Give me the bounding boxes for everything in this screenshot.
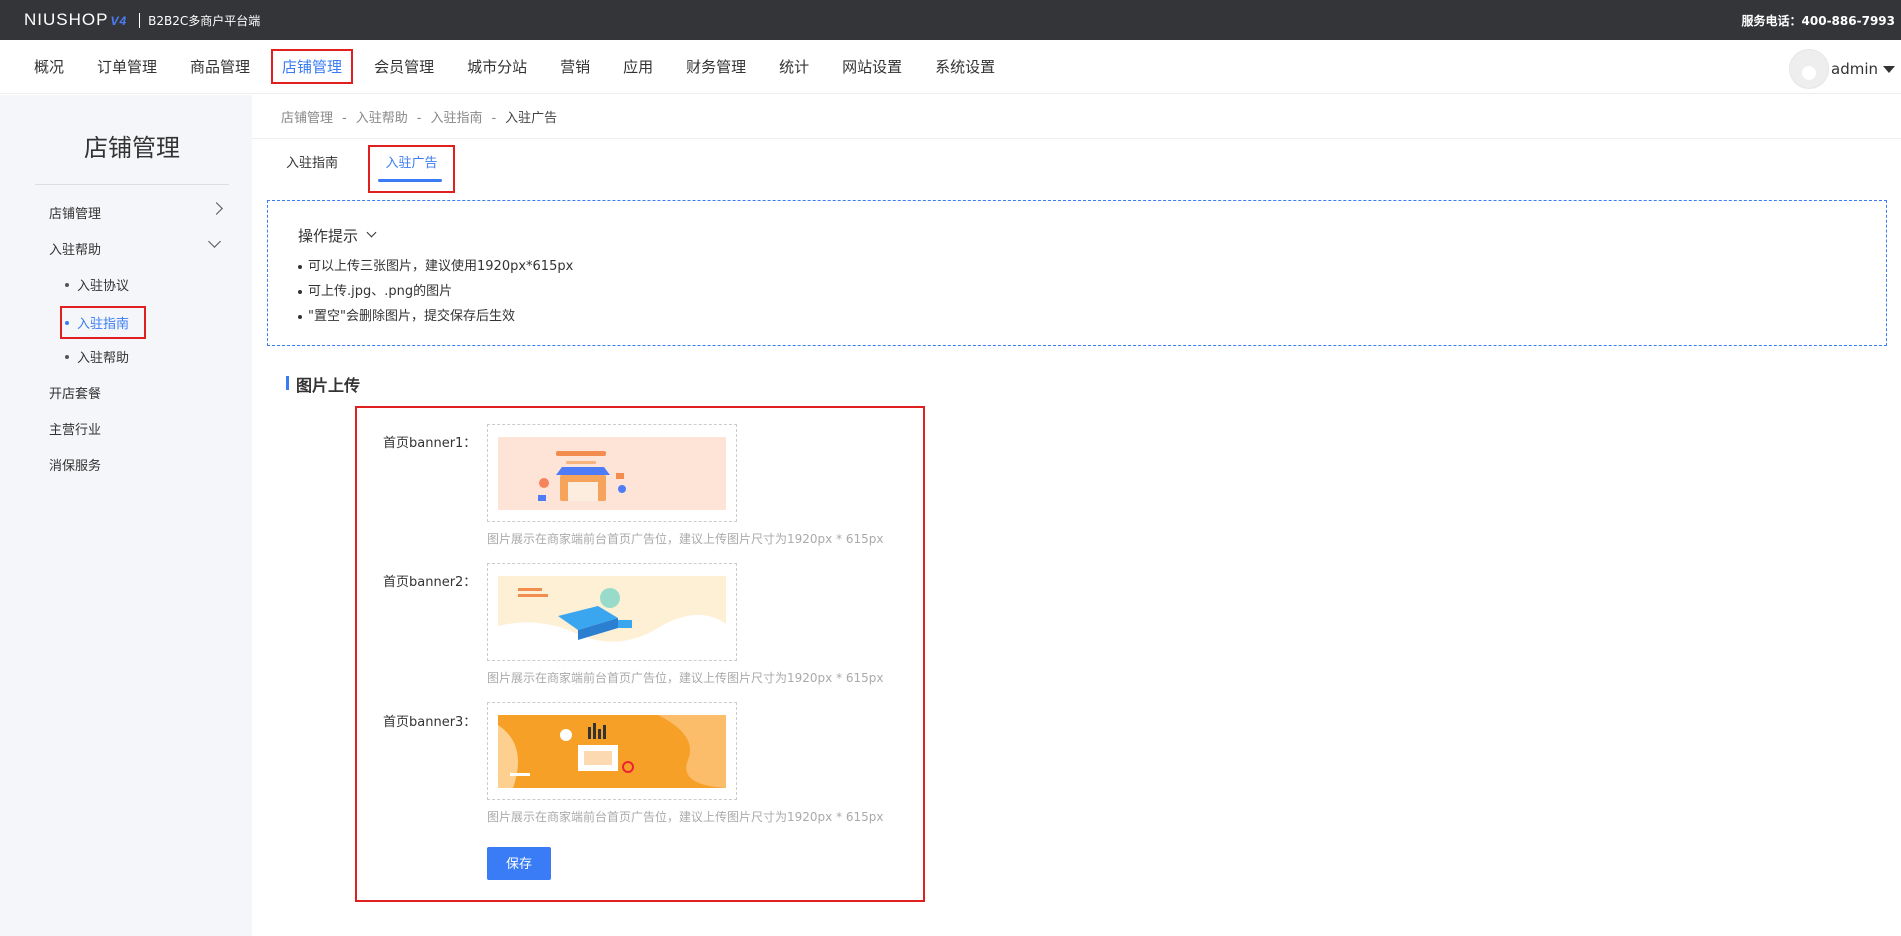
sidebar-divider [35,184,229,185]
section-title: 图片上传 [286,372,360,396]
user-menu[interactable]: admin [1789,49,1895,89]
sidebar: 店铺管理 店铺管理 入驻帮助 入驻协议 入驻指南 入驻帮助 开店套餐 主营行业 … [0,95,252,936]
platform-subtitle: B2B2C多商户平台端 [148,13,261,28]
sidebar-item-join-help[interactable]: 入驻帮助 [49,235,229,258]
nav-item-system-settings[interactable]: 系统设置 [935,53,995,80]
nav-item-stats[interactable]: 统计 [779,53,809,80]
nav-item-members[interactable]: 会员管理 [374,53,434,80]
breadcrumb-item[interactable]: 入驻指南 [430,111,482,126]
banner1-hint: 图片展示在商家端前台首页广告位，建议上传图片尺寸为1920px * 615px [487,532,884,546]
brand: NIUSHOP V4 B2B2C多商户平台端 [24,10,260,30]
tip-item: "置空"会删除图片，提交保存后生效 [298,304,1886,329]
top-bar: NIUSHOP V4 B2B2C多商户平台端 服务电话：400-886-7993 [0,0,1901,40]
tips-toggle[interactable]: 操作提示 [298,225,1886,246]
operation-tips: 操作提示 可以上传三张图片，建议使用1920px*615px 可上传.jpg、.… [267,200,1887,346]
chevron-right-icon [210,202,223,215]
main-nav: 概况 订单管理 商品管理 店铺管理 会员管理 城市分站 营销 应用 财务管理 统… [0,40,1901,94]
breadcrumb-item[interactable]: 入驻帮助 [356,111,408,126]
active-tab-indicator [378,179,442,182]
sidebar-item-shop-manage[interactable]: 店铺管理 [49,202,229,222]
sidebar-subitem-join-agreement[interactable]: 入驻协议 [65,275,129,294]
caret-down-icon[interactable] [1883,65,1895,73]
banner3-upload[interactable] [487,702,737,800]
nav-item-city-branch[interactable]: 城市分站 [467,53,527,80]
chevron-down-icon [366,227,377,238]
sidebar-item-shop-package[interactable]: 开店套餐 [49,383,229,402]
tab-join-guide[interactable]: 入驻指南 [286,152,338,171]
nav-item-shop[interactable]: 店铺管理 [271,49,354,84]
banner1-image [498,437,726,510]
sidebar-subitem-join-guide[interactable]: 入驻指南 [59,306,147,339]
sidebar-subitem-join-help[interactable]: 入驻帮助 [65,347,129,366]
banner2-hint: 图片展示在商家端前台首页广告位，建议上传图片尺寸为1920px * 615px [487,671,884,685]
nav-item-overview[interactable]: 概况 [34,53,64,80]
sidebar-item-consumer-protection[interactable]: 消保服务 [49,455,229,474]
nav-item-apps[interactable]: 应用 [623,53,653,80]
nav-item-site-settings[interactable]: 网站设置 [842,53,902,80]
bullet-icon [65,282,69,287]
nav-item-goods[interactable]: 商品管理 [190,53,250,80]
tip-item: 可以上传三张图片，建议使用1920px*615px [298,254,1886,279]
banner3-label: 首页banner3： [383,715,477,730]
banner3-hint: 图片展示在商家端前台首页广告位，建议上传图片尺寸为1920px * 615px [487,810,884,824]
service-phone: 服务电话：400-886-7993 [1741,13,1895,28]
nav-item-orders[interactable]: 订单管理 [97,53,157,80]
breadcrumb-divider [252,138,1901,139]
sidebar-title: 店铺管理 [84,134,180,162]
banner1-upload[interactable] [487,424,737,522]
nav-item-marketing[interactable]: 营销 [560,53,590,80]
banner3-image [498,715,726,788]
save-button[interactable]: 保存 [487,847,551,880]
bullet-icon [65,320,69,325]
banner1-label: 首页banner1： [383,436,477,451]
banner2-label: 首页banner2： [383,575,477,590]
chevron-down-icon [208,235,221,248]
banner1-bg [498,437,726,510]
logo[interactable]: NIUSHOP V4 [24,10,127,30]
tab-join-ad[interactable]: 入驻广告 [368,145,455,193]
tips-list: 可以上传三张图片，建议使用1920px*615px 可上传.jpg、.png的图… [298,254,1886,329]
breadcrumb-item[interactable]: 店铺管理 [281,111,333,126]
user-icon [1802,66,1816,80]
avatar[interactable] [1789,49,1829,89]
tip-item: 可上传.jpg、.png的图片 [298,279,1886,304]
breadcrumb-current: 入驻广告 [505,111,558,126]
banner2-upload[interactable] [487,563,737,661]
banner2-image [498,576,726,649]
bullet-icon [65,354,69,359]
username[interactable]: admin [1831,60,1878,78]
brand-divider [139,12,141,28]
nav-item-finance[interactable]: 财务管理 [686,53,746,80]
breadcrumb: 店铺管理 - 入驻帮助 - 入驻指南 - 入驻广告 [281,111,558,126]
sidebar-item-main-industry[interactable]: 主营行业 [49,419,229,438]
